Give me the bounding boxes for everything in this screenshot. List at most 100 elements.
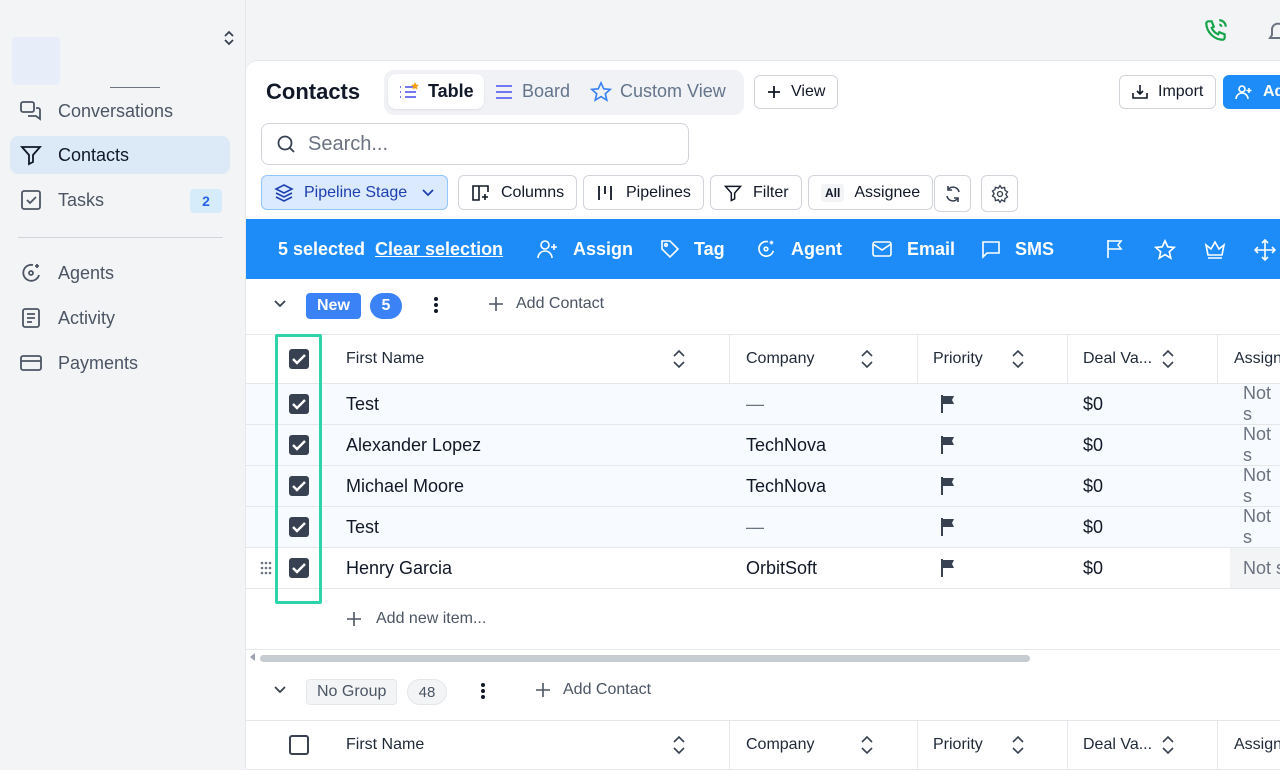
divider [110, 87, 160, 88]
row-checkbox[interactable] [289, 558, 309, 578]
selection-count: 5 selected [278, 238, 366, 259]
column-label: Deal Va... [1083, 736, 1153, 753]
table-row[interactable]: Michael Moore TechNova $0 Not s [246, 465, 1280, 507]
payments-icon [18, 350, 44, 376]
sidebar-item-activity[interactable]: Activity [10, 299, 230, 337]
row-checkbox[interactable] [289, 517, 309, 537]
filter-icon [18, 142, 44, 168]
add-contact-link[interactable]: Add Contact [535, 681, 651, 699]
chevron-updown-icon[interactable] [221, 29, 237, 47]
sidebar-item-label: Tasks [58, 189, 105, 210]
cell-assign[interactable]: Not s [1243, 424, 1280, 465]
tag-action[interactable]: Tag [660, 239, 725, 260]
columns-button[interactable]: Columns [458, 175, 578, 210]
cell-deal-value: $0 [1083, 557, 1104, 578]
sort-icon [860, 734, 874, 756]
cell-company: — [746, 516, 764, 537]
chevron-down-icon[interactable] [273, 685, 287, 695]
tag-icon [660, 239, 680, 259]
tab-custom-view[interactable]: Custom View [580, 74, 736, 109]
cell-company: TechNova [746, 434, 827, 455]
layers-icon [274, 183, 294, 203]
cell-company: OrbitSoft [746, 557, 818, 578]
assignee-label: Assignee [854, 183, 921, 201]
refresh-button[interactable] [934, 175, 971, 212]
flag-icon[interactable] [940, 425, 956, 465]
search-input[interactable] [308, 132, 668, 156]
sms-action[interactable]: SMS [981, 239, 1054, 260]
table-header: First Name Company Priority Deal Va... A… [246, 334, 1280, 384]
chevron-down-icon[interactable] [273, 299, 287, 309]
drag-handle-icon[interactable] [260, 548, 272, 588]
pipeline-stage-dropdown[interactable]: Pipeline Stage [261, 175, 449, 210]
add-contact-link[interactable]: Add Contact [488, 295, 604, 313]
column-header-first-name[interactable]: First Name [346, 721, 730, 769]
star-icon[interactable] [1154, 239, 1176, 261]
clear-selection-link[interactable]: Clear selection [375, 239, 503, 260]
more-vertical-icon[interactable] [480, 681, 486, 701]
tab-board[interactable]: Board [484, 74, 580, 109]
import-button[interactable]: Import [1119, 75, 1217, 109]
more-vertical-icon[interactable] [433, 295, 439, 315]
group-count-badge: 48 [407, 679, 447, 705]
flag-icon[interactable] [940, 548, 956, 588]
table-row[interactable]: Test — $0 Not s [246, 506, 1280, 548]
column-header-assign[interactable]: Assign [1234, 721, 1280, 769]
filter-button[interactable]: Filter [710, 175, 802, 210]
settings-button[interactable] [981, 175, 1018, 212]
bell-icon[interactable] [1268, 20, 1280, 42]
table-row[interactable]: Henry Garcia OrbitSoft $0 Not s [246, 548, 1280, 589]
agents-icon [755, 238, 777, 260]
sidebar-item-contacts[interactable]: Contacts [10, 136, 230, 174]
cell-assign[interactable]: Not s [1243, 506, 1280, 547]
sidebar-item-agents[interactable]: Agents [10, 254, 230, 292]
column-header-company[interactable]: Company [746, 335, 918, 383]
sidebar-item-payments[interactable]: Payments [10, 344, 230, 382]
table-row[interactable]: Alexander Lopez TechNova $0 Not s [246, 424, 1280, 466]
import-label: Import [1158, 83, 1204, 100]
column-header-company[interactable]: Company [746, 721, 918, 769]
table-row[interactable]: Test — $0 Not s [246, 383, 1280, 425]
cell-assign[interactable]: Not s [1243, 383, 1280, 424]
assign-action[interactable]: Assign [537, 239, 633, 260]
add-view-button[interactable]: View [754, 75, 839, 109]
select-all-checkbox[interactable] [289, 735, 309, 755]
crown-icon[interactable] [1204, 239, 1226, 259]
sidebar-item-tasks[interactable]: Tasks 2 [10, 181, 230, 219]
assignee-button[interactable]: All Assignee [808, 175, 934, 210]
agent-action[interactable]: Agent [755, 238, 842, 260]
cell-deal-value: $0 [1083, 516, 1104, 537]
column-header-deal-value[interactable]: Deal Va... [1083, 721, 1218, 769]
sidebar-item-conversations[interactable]: Conversations [10, 92, 230, 130]
column-header-assign[interactable]: Assign [1234, 335, 1280, 383]
pipelines-icon [596, 183, 616, 203]
row-checkbox[interactable] [289, 394, 309, 414]
select-all-checkbox[interactable] [289, 349, 309, 369]
cell-assign[interactable]: Not s [1230, 548, 1280, 588]
group-name-badge: New [306, 293, 361, 319]
tab-table[interactable]: Table [388, 74, 484, 109]
row-checkbox[interactable] [289, 476, 309, 496]
flag-icon[interactable] [940, 384, 956, 424]
row-checkbox[interactable] [289, 435, 309, 455]
column-header-first-name[interactable]: First Name [346, 335, 730, 383]
cell-assign[interactable]: Not s [1243, 465, 1280, 506]
main-panel: Contacts Table Board Custom View View Im… [246, 60, 1280, 770]
column-label: Deal Va... [1083, 350, 1153, 367]
star-icon [590, 80, 612, 103]
add-contact-button[interactable]: Add [1223, 75, 1280, 109]
phone-icon[interactable] [1203, 17, 1229, 43]
column-header-deal-value[interactable]: Deal Va... [1083, 335, 1218, 383]
email-action[interactable]: Email [871, 239, 955, 260]
column-header-priority[interactable]: Priority [933, 721, 1068, 769]
scroll-left-icon[interactable] [250, 653, 256, 661]
sms-label: SMS [1015, 238, 1055, 259]
add-new-item-link[interactable]: Add new item... [346, 610, 486, 628]
move-icon[interactable] [1254, 239, 1276, 261]
agents-icon [18, 260, 44, 286]
horizontal-scrollbar[interactable] [260, 655, 1030, 662]
flag-icon[interactable] [940, 507, 956, 547]
pipelines-button[interactable]: Pipelines [583, 175, 704, 210]
flag-icon[interactable] [1106, 239, 1124, 259]
flag-icon[interactable] [940, 466, 956, 506]
